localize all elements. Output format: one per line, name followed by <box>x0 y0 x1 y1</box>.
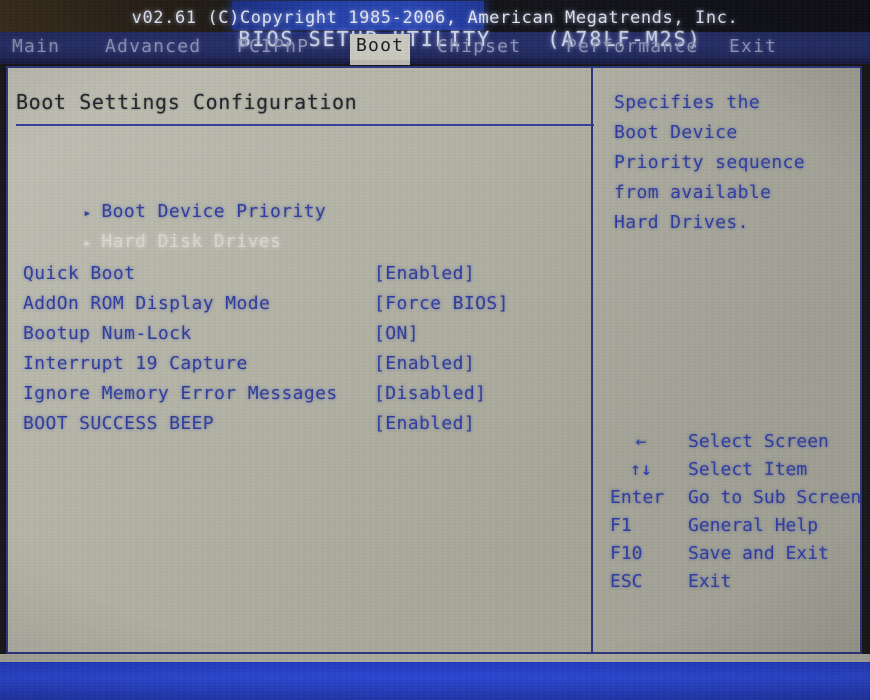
tab-pcipnp[interactable]: PCIPnP <box>237 36 309 57</box>
help-text-line: Boot Device <box>614 122 738 143</box>
setting-label: Bootup Num-Lock <box>23 323 192 344</box>
setting-label: BOOT SUCCESS BEEP <box>23 413 215 434</box>
setting-value[interactable]: [ON] <box>374 323 419 344</box>
nav-legend-key: ESC <box>610 571 643 592</box>
nav-legend-key: F10 <box>610 543 643 564</box>
setting-value[interactable]: [Enabled] <box>374 353 475 374</box>
setting-row-boot-success-beep[interactable]: BOOT SUCCESS BEEP [Enabled] <box>16 413 586 497</box>
chevron-right-icon: ▸ <box>83 236 92 251</box>
setting-value[interactable]: [Disabled] <box>374 383 486 404</box>
help-text-line: from available <box>614 182 772 203</box>
setting-value[interactable]: [Enabled] <box>374 413 475 434</box>
bios-setup-screen: BIOS SETUP UTILITY (A78LF-M2S) Main Adva… <box>0 0 870 700</box>
setting-label: AddOn ROM Display Mode <box>23 293 271 314</box>
nav-legend-action: Go to Sub Screen <box>688 487 862 508</box>
nav-legend-action: Exit <box>688 571 732 592</box>
submenu-item-label: Hard Disk Drives <box>101 231 282 252</box>
help-text-line: Specifies the <box>614 92 761 113</box>
setting-label: Quick Boot <box>23 263 136 284</box>
arrow-up-down-icon: ↑↓ <box>630 459 652 480</box>
arrow-left-icon: ← <box>635 431 647 452</box>
nav-legend-key: F1 <box>610 515 632 536</box>
setting-value[interactable]: [Force BIOS] <box>374 293 509 314</box>
help-text-line: Hard Drives. <box>614 212 749 233</box>
footer-gap <box>0 654 870 662</box>
help-pane: Specifies the Boot Device Priority seque… <box>596 68 862 655</box>
tab-performance[interactable]: Performance <box>566 36 698 57</box>
title-underline <box>16 124 594 126</box>
nav-legend-esc: ESC Exit <box>610 571 854 655</box>
settings-pane: Boot Settings Configuration ▸ Boot Device… <box>8 68 594 652</box>
copyright-text: v02.61 (C)Copyright 1985-2006, American … <box>131 8 739 28</box>
nav-legend-action: General Help <box>688 515 819 536</box>
nav-legend-action: Save and Exit <box>688 543 829 564</box>
setting-value[interactable]: [Enabled] <box>374 263 475 284</box>
tab-exit[interactable]: Exit <box>729 36 777 57</box>
nav-legend-key: Enter <box>610 487 665 508</box>
pane-divider <box>591 68 593 652</box>
tab-chipset[interactable]: Chipset <box>437 36 521 57</box>
tab-advanced[interactable]: Advanced <box>105 36 201 57</box>
setting-label: Interrupt 19 Capture <box>23 353 248 374</box>
nav-legend-action: Select Item <box>688 459 808 480</box>
tab-boot[interactable]: Boot <box>350 34 411 60</box>
help-text-line: Priority sequence <box>614 152 806 173</box>
tab-main[interactable]: Main <box>12 36 60 57</box>
footer-bar <box>0 662 870 700</box>
setting-label: Ignore Memory Error Messages <box>23 383 338 404</box>
nav-legend-action: Select Screen <box>688 431 829 452</box>
page-title: Boot Settings Configuration <box>16 90 358 114</box>
